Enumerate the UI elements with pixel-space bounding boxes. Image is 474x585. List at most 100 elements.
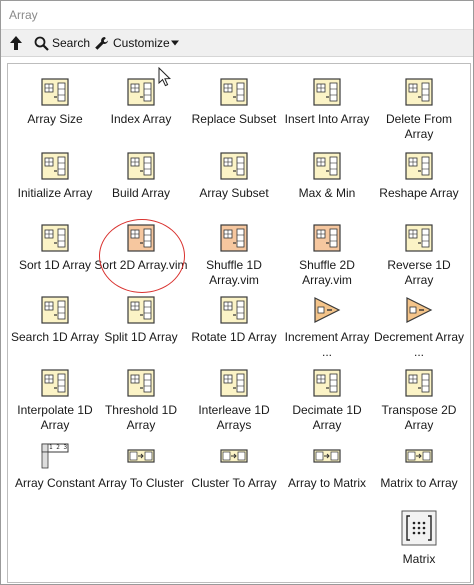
palette-item-shuffle-1d-array[interactable]: Shuffle 1D Array.vim	[187, 224, 281, 288]
initialize-array-icon	[41, 152, 69, 180]
array-palette-window: Array Search Customize Array Size Index A…	[0, 0, 474, 585]
interpolate-1d-array-icon	[41, 369, 69, 397]
palette-item-initialize-array[interactable]: Initialize Array	[8, 152, 102, 201]
customize-button[interactable]: Customize	[94, 34, 179, 52]
palette-item-label: Cluster To Array	[191, 476, 277, 490]
palette-item-label: Interleave 1D Arrays	[198, 403, 270, 432]
palette-item-replace-subset[interactable]: Replace Subset	[187, 78, 281, 127]
palette-item-label: Max & Min	[298, 186, 356, 200]
palette-item-sort-1d-array[interactable]: Sort 1D Array	[8, 224, 102, 273]
palette-item-label: Matrix	[402, 552, 436, 566]
palette-item-array-constant[interactable]: 1 2 3 Array Constant	[8, 442, 102, 491]
palette-item-split-1d-array[interactable]: Split 1D Array	[94, 296, 188, 345]
palette-item-label: Array To Cluster	[98, 476, 184, 490]
palette-item-matrix[interactable]: Matrix	[372, 510, 466, 567]
customize-label: Customize	[113, 36, 170, 50]
palette-item-label: Shuffle 2D Array.vim	[299, 258, 355, 287]
palette-item-label: Decrement Array ...	[373, 330, 465, 359]
search-icon	[34, 36, 49, 51]
reshape-array-icon	[405, 152, 433, 180]
search-label: Search	[52, 36, 91, 50]
palette-item-label: Threshold 1D Array	[104, 403, 178, 432]
palette-item-array-to-cluster[interactable]: Array To Cluster	[94, 442, 188, 491]
array-constant-icon: 1 2 3	[41, 442, 69, 470]
palette-item-label: Search 1D Array	[10, 330, 100, 344]
palette-item-label: Sort 1D Array	[18, 258, 92, 272]
palette-item-increment-array[interactable]: Increment Array ...	[280, 296, 374, 360]
palette-item-search-1d-array[interactable]: Search 1D Array	[8, 296, 102, 345]
palette-item-label: Transpose 2D Array	[381, 403, 457, 432]
palette-item-label: Shuffle 1D Array.vim	[206, 258, 262, 287]
palette-item-label: Replace Subset	[191, 112, 277, 126]
reverse-1d-array-icon	[405, 224, 433, 252]
palette-item-array-size[interactable]: Array Size	[8, 78, 102, 127]
palette-item-label: Split 1D Array	[104, 330, 178, 344]
palette-item-transpose-2d-array[interactable]: Transpose 2D Array	[372, 369, 466, 433]
palette-item-build-array[interactable]: Build Array	[94, 152, 188, 201]
max-min-icon	[313, 152, 341, 180]
palette-item-label: Array to Matrix	[287, 476, 366, 490]
palette-item-label: Array Size	[27, 112, 83, 126]
palette-item-label: Interpolate 1D Array	[17, 403, 93, 432]
function-palette: Array Size Index Array Replace Subset Inser…	[7, 63, 471, 583]
palette-item-decrement-array[interactable]: Decrement Array ...	[372, 296, 466, 360]
window-title: Array	[9, 8, 38, 22]
palette-item-label: Increment Array ...	[284, 330, 370, 359]
rotate-1d-array-icon	[220, 296, 248, 324]
replace-subset-icon	[220, 78, 248, 106]
palette-item-label: Build Array	[111, 186, 171, 200]
palette-item-insert-into-array[interactable]: Insert Into Array	[280, 78, 374, 127]
array-size-icon	[41, 78, 69, 106]
palette-item-label: Array Subset	[199, 186, 269, 200]
index-array-icon	[127, 78, 155, 106]
split-1d-array-icon	[127, 296, 155, 324]
search-1d-array-icon	[41, 296, 69, 324]
palette-item-max-min[interactable]: Max & Min	[280, 152, 374, 201]
palette-item-delete-from-array[interactable]: Delete From Array	[372, 78, 466, 142]
matrix-icon	[401, 510, 437, 546]
wrench-icon	[95, 36, 108, 50]
palette-item-label: Reverse 1D Array	[387, 258, 451, 287]
palette-item-label: Delete From Array	[385, 112, 453, 141]
palette-item-label: Rotate 1D Array	[191, 330, 277, 344]
palette-item-threshold-1d-array[interactable]: Threshold 1D Array	[94, 369, 188, 433]
palette-item-label: Array Constant	[14, 476, 96, 490]
decimate-1d-array-icon	[313, 369, 341, 397]
interleave-1d-arrays-icon	[220, 369, 248, 397]
dropdown-triangle-icon	[170, 40, 179, 46]
palette-item-array-to-matrix[interactable]: Array to Matrix	[280, 442, 374, 491]
title-bar[interactable]: Array	[1, 1, 473, 30]
transpose-2d-array-icon	[405, 369, 433, 397]
palette-item-label: Insert Into Array	[284, 112, 370, 126]
build-array-icon	[127, 152, 155, 180]
palette-item-reshape-array[interactable]: Reshape Array	[372, 152, 466, 201]
mouse-cursor-icon	[158, 67, 171, 87]
increment-array-icon	[313, 296, 341, 324]
palette-item-label: Initialize Array	[17, 186, 93, 200]
search-button[interactable]: Search	[34, 34, 90, 52]
threshold-1d-array-icon	[127, 369, 155, 397]
sort-1d-array-icon	[41, 224, 69, 252]
palette-item-reverse-1d-array[interactable]: Reverse 1D Array	[372, 224, 466, 288]
palette-item-cluster-to-array[interactable]: Cluster To Array	[187, 442, 281, 491]
palette-item-label: Matrix to Array	[380, 476, 458, 490]
palette-item-index-array[interactable]: Index Array	[94, 78, 188, 127]
toolbar: Search Customize	[1, 30, 473, 57]
highlight-circle	[99, 219, 185, 293]
array-to-cluster-icon	[127, 442, 155, 470]
array-constant-digits: 1 2 3	[49, 444, 68, 451]
shuffle-1d-array-icon	[220, 224, 248, 252]
palette-item-rotate-1d-array[interactable]: Rotate 1D Array	[187, 296, 281, 345]
up-arrow-button[interactable]	[9, 34, 23, 52]
palette-item-decimate-1d-array[interactable]: Decimate 1D Array	[280, 369, 374, 433]
shuffle-2d-array-icon	[313, 224, 341, 252]
cluster-to-array-icon	[220, 442, 248, 470]
palette-item-interpolate-1d-array[interactable]: Interpolate 1D Array	[8, 369, 102, 433]
palette-item-array-subset[interactable]: Array Subset	[187, 152, 281, 201]
palette-item-label: Index Array	[110, 112, 172, 126]
palette-item-label: Decimate 1D Array	[292, 403, 362, 432]
palette-item-matrix-to-array[interactable]: Matrix to Array	[372, 442, 466, 491]
insert-into-array-icon	[313, 78, 341, 106]
palette-item-shuffle-2d-array[interactable]: Shuffle 2D Array.vim	[280, 224, 374, 288]
palette-item-interleave-1d-arrays[interactable]: Interleave 1D Arrays	[187, 369, 281, 433]
